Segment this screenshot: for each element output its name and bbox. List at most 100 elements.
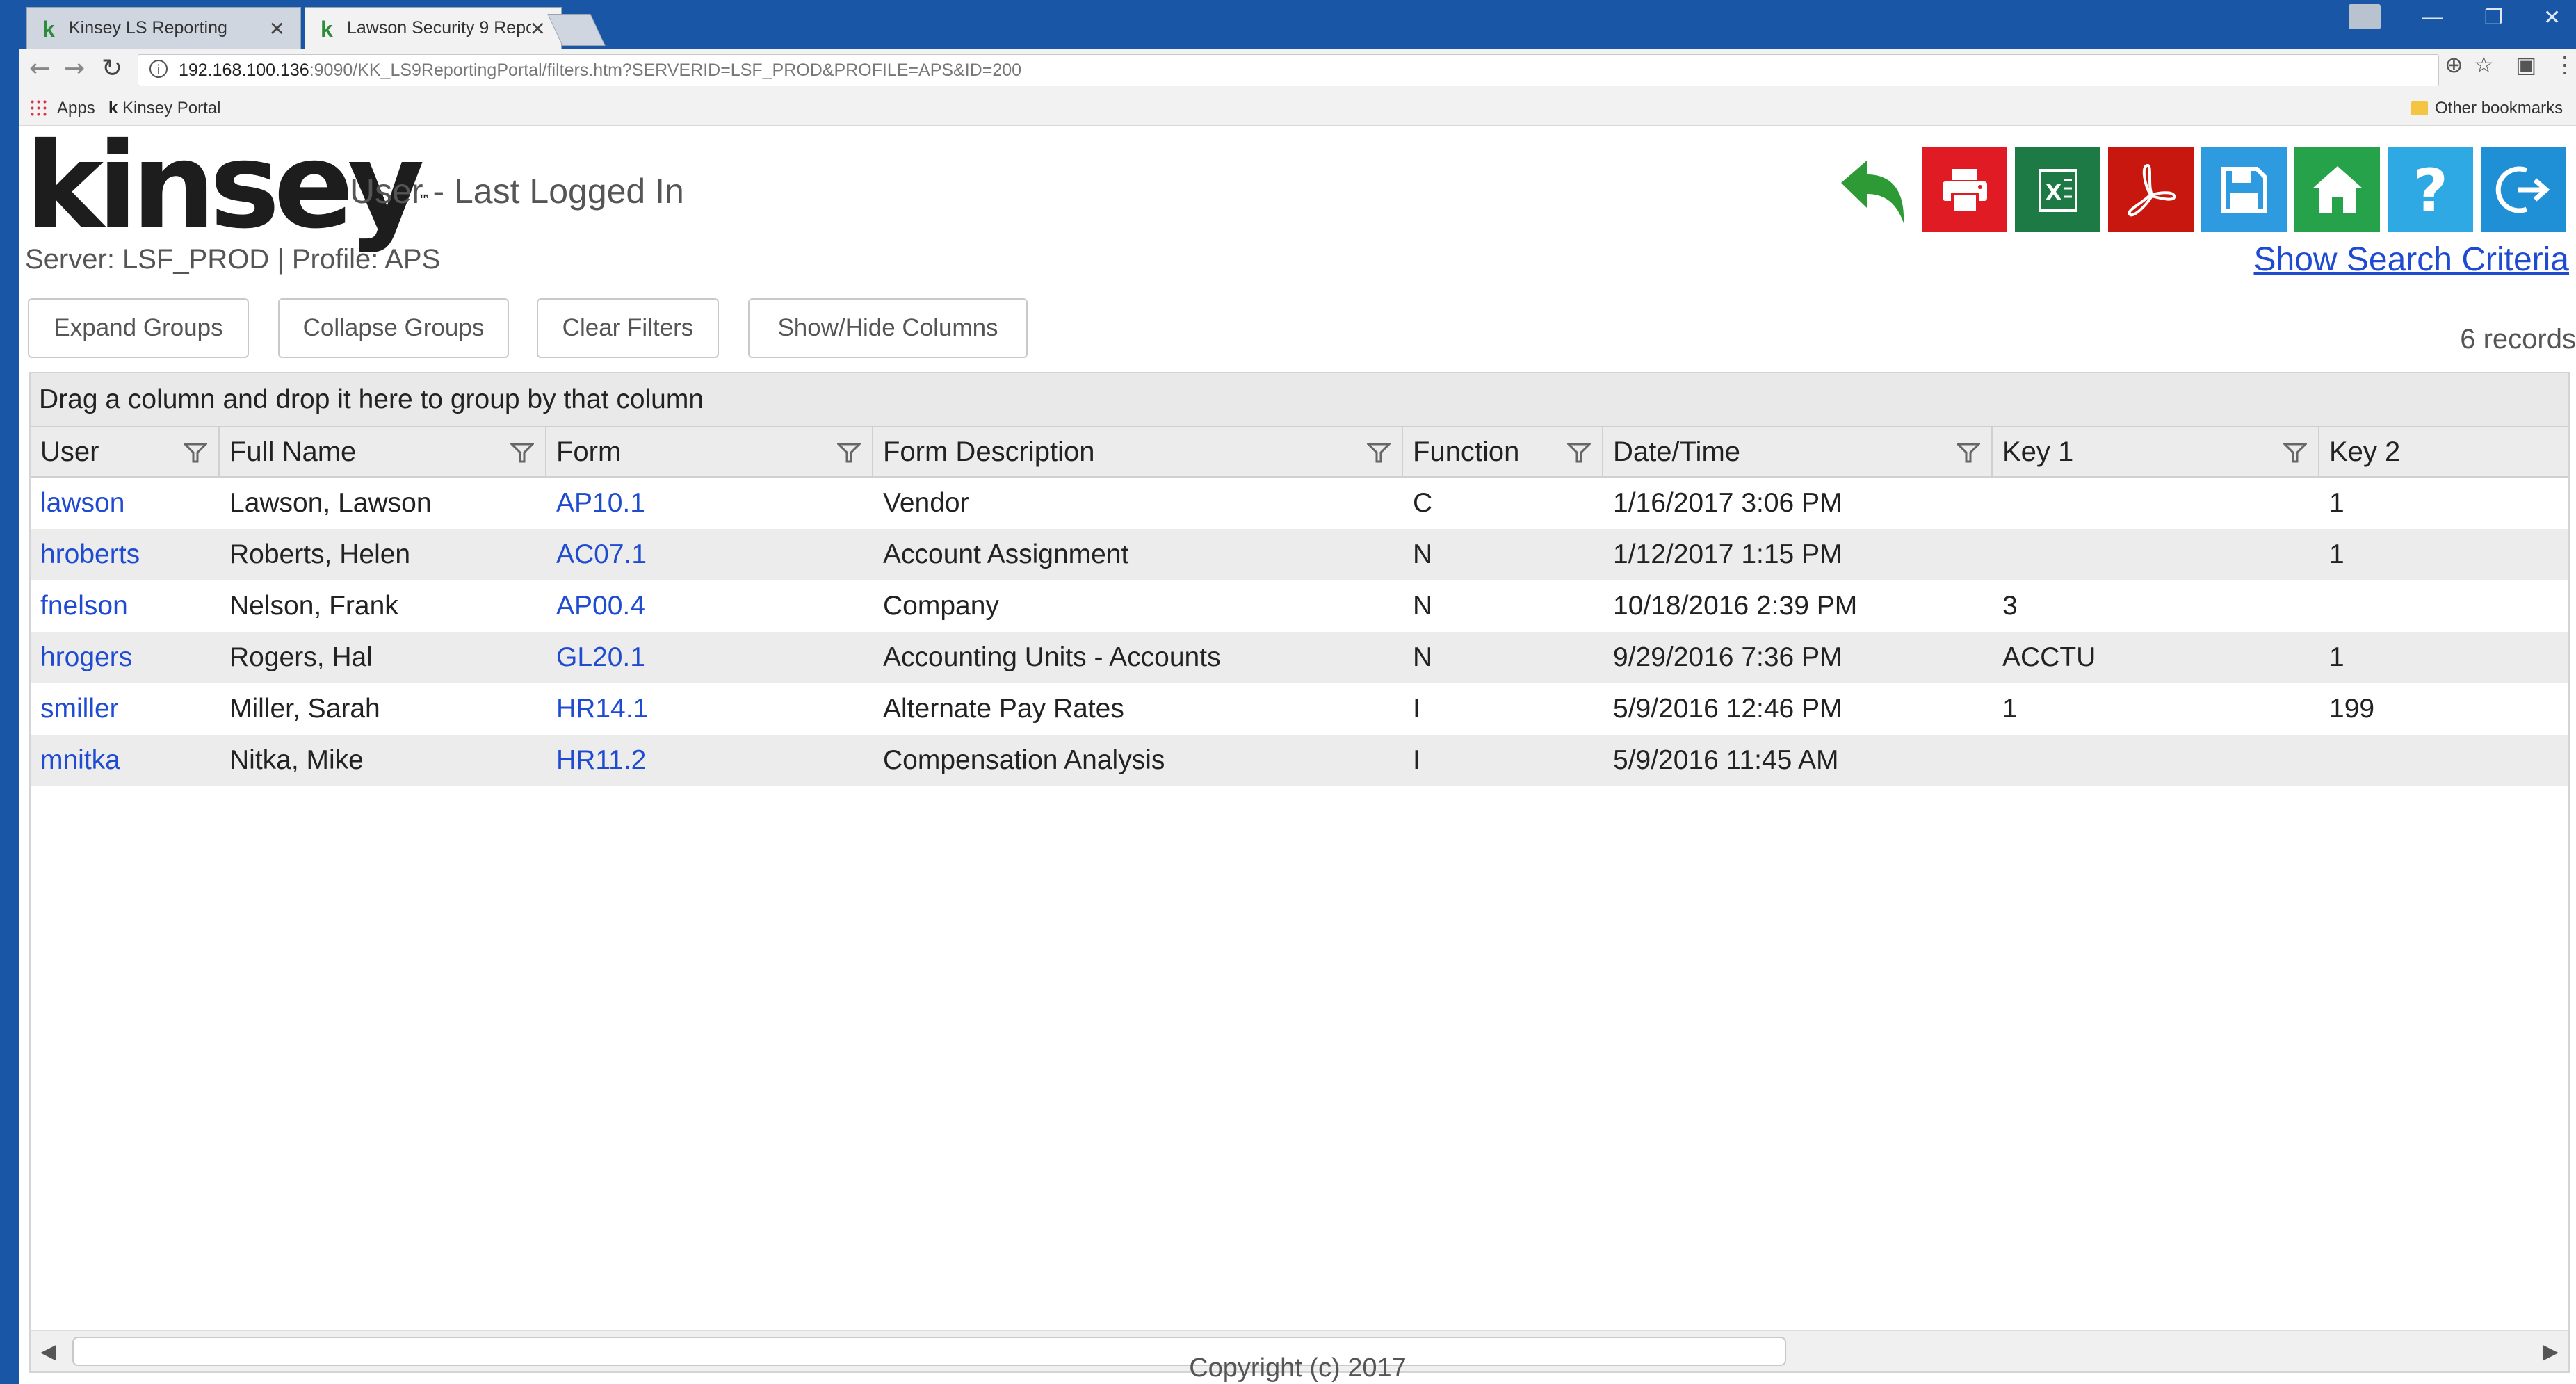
filter-icon[interactable] bbox=[1367, 442, 1391, 463]
info-icon[interactable]: i bbox=[149, 60, 168, 78]
tab-lawson-security-report[interactable]: k Lawson Security 9 Report ✕ bbox=[305, 7, 562, 49]
cell-full-name: Roberts, Helen bbox=[229, 539, 411, 569]
expand-groups-button[interactable]: Expand Groups bbox=[28, 298, 249, 358]
cell-date-time: 5/9/2016 12:46 PM bbox=[1613, 694, 1842, 724]
cell-user[interactable]: smiller bbox=[31, 683, 220, 735]
cell-key-2 bbox=[2319, 580, 2568, 632]
back-icon[interactable]: ← bbox=[29, 54, 50, 83]
minimize-icon[interactable]: — bbox=[2422, 6, 2443, 29]
address-bar[interactable]: i 192.168.100.136:9090/KK_LS9ReportingPo… bbox=[138, 54, 2439, 86]
profile-icon[interactable] bbox=[2349, 4, 2381, 29]
save-icon[interactable] bbox=[2201, 147, 2287, 232]
cell-date-time: 1/16/2017 3:06 PM bbox=[1613, 488, 1842, 518]
cell-user[interactable]: hrogers bbox=[31, 632, 220, 683]
url-text: 192.168.100.136:9090/KK_LS9ReportingPort… bbox=[179, 60, 1022, 80]
close-window-icon[interactable]: ✕ bbox=[2543, 6, 2561, 30]
filter-icon[interactable] bbox=[837, 442, 861, 463]
address-toolbar: ← → ↻ i 192.168.100.136:9090/KK_LS9Repor… bbox=[19, 49, 2576, 92]
svg-text:X: X bbox=[2046, 181, 2061, 205]
table-row[interactable]: hroberts Roberts, Helen AC07.1 Account Assi… bbox=[31, 529, 2568, 580]
excel-icon[interactable]: X bbox=[2015, 147, 2100, 232]
collapse-groups-button[interactable]: Collapse Groups bbox=[278, 298, 509, 358]
table-row[interactable]: smiller Miller, Sarah HR14.1 Alternate Pay … bbox=[31, 683, 2568, 735]
cell-form[interactable]: GL20.1 bbox=[546, 632, 873, 683]
cell-function: N bbox=[1413, 642, 1433, 672]
reload-icon[interactable]: ↻ bbox=[102, 54, 122, 83]
column-header-form[interactable]: Form bbox=[546, 427, 873, 477]
cell-function: N bbox=[1413, 539, 1433, 569]
svg-text:?: ? bbox=[2413, 158, 2448, 221]
tab-strip: k Kinsey LS Reporting ✕ k Lawson Securit… bbox=[19, 0, 2576, 49]
logout-icon[interactable] bbox=[2481, 147, 2566, 232]
cell-form[interactable]: AP00.4 bbox=[546, 580, 873, 632]
column-header-function[interactable]: Function bbox=[1403, 427, 1603, 477]
close-icon[interactable]: ✕ bbox=[530, 17, 546, 40]
column-header-form-description[interactable]: Form Description bbox=[873, 427, 1403, 477]
forward-icon[interactable]: → bbox=[64, 54, 85, 83]
close-icon[interactable]: ✕ bbox=[269, 17, 285, 40]
show-search-criteria-link[interactable]: Show Search Criteria bbox=[2253, 241, 2569, 279]
cell-form-description: Company bbox=[883, 591, 999, 621]
filter-icon[interactable] bbox=[2283, 442, 2307, 463]
column-header-key-2[interactable]: Key 2 bbox=[2319, 427, 2568, 477]
cell-function: N bbox=[1413, 591, 1433, 621]
table-row[interactable]: lawson Lawson, Lawson AP10.1 Vendor C 1/16/20… bbox=[31, 478, 2568, 529]
bookmark-other[interactable]: Other bookmarks bbox=[2411, 99, 2563, 118]
apps-icon[interactable] bbox=[29, 99, 49, 118]
show-hide-columns-button[interactable]: Show/Hide Columns bbox=[748, 298, 1028, 358]
filter-icon[interactable] bbox=[1567, 442, 1591, 463]
cell-user[interactable]: fnelson bbox=[31, 580, 220, 632]
cell-date-time: 5/9/2016 11:45 AM bbox=[1613, 745, 1839, 775]
tab-kinsey-ls-reporting[interactable]: k Kinsey LS Reporting ✕ bbox=[26, 7, 301, 49]
restore-icon[interactable]: ❐ bbox=[2484, 6, 2503, 30]
browser-window: k Kinsey LS Reporting ✕ k Lawson Securit… bbox=[19, 0, 2576, 1384]
column-header-full-name[interactable]: Full Name bbox=[220, 427, 546, 477]
cell-form[interactable]: HR14.1 bbox=[546, 683, 873, 735]
back-arrow-icon[interactable] bbox=[1827, 147, 1913, 232]
column-header-label: Function bbox=[1413, 437, 1520, 467]
clear-filters-button[interactable]: Clear Filters bbox=[537, 298, 719, 358]
cell-form[interactable]: AP10.1 bbox=[546, 478, 873, 529]
cell-key-1: ACCTU bbox=[2002, 642, 2096, 672]
filter-icon[interactable] bbox=[1957, 442, 1980, 463]
pdf-icon[interactable] bbox=[2108, 147, 2194, 232]
cell-user[interactable]: lawson bbox=[31, 478, 220, 529]
folder-icon bbox=[2411, 101, 2428, 115]
table-row[interactable]: fnelson Nelson, Frank AP00.4 Company N 10/18/… bbox=[31, 580, 2568, 632]
menu-icon[interactable]: ⋮ bbox=[2554, 51, 2576, 78]
cell-form[interactable]: HR11.2 bbox=[546, 735, 873, 786]
bookmark-star-icon[interactable]: ☆ bbox=[2474, 51, 2494, 78]
cell-form[interactable]: AC07.1 bbox=[546, 529, 873, 580]
column-header-label: User bbox=[40, 437, 99, 467]
kinsey-favicon-icon: k bbox=[321, 17, 333, 42]
table-row[interactable]: hrogers Rogers, Hal GL20.1 Accounting Units… bbox=[31, 632, 2568, 683]
table-row[interactable]: mnitka Nitka, Mike HR11.2 Compensation Anal… bbox=[31, 735, 2568, 786]
zoom-icon[interactable]: ⊕ bbox=[2445, 51, 2463, 78]
cell-form-description: Compensation Analysis bbox=[883, 745, 1165, 775]
column-header-user[interactable]: User bbox=[31, 427, 220, 477]
cell-user[interactable]: hroberts bbox=[31, 529, 220, 580]
cell-full-name: Rogers, Hal bbox=[229, 642, 373, 672]
cell-key-2: 199 bbox=[2329, 694, 2375, 724]
help-icon[interactable]: ? bbox=[2388, 147, 2473, 232]
server-profile-info: Server: LSF_PROD | Profile: APS bbox=[25, 244, 441, 275]
column-header-label: Form Description bbox=[883, 437, 1095, 467]
group-drop-panel[interactable]: Drag a column and drop it here to group … bbox=[31, 373, 2568, 426]
home-icon[interactable] bbox=[2294, 147, 2380, 232]
filter-icon[interactable] bbox=[510, 442, 534, 463]
filter-icon[interactable] bbox=[184, 442, 207, 463]
extension-icon[interactable]: ▣ bbox=[2516, 51, 2536, 78]
page-title: User - Last Logged In bbox=[350, 172, 684, 211]
cell-function: C bbox=[1413, 488, 1433, 518]
cell-user[interactable]: mnitka bbox=[31, 735, 220, 786]
cell-key-2: 1 bbox=[2329, 539, 2344, 569]
print-icon[interactable] bbox=[1922, 147, 2007, 232]
bookmark-kinsey-portal[interactable]: k Kinsey Portal bbox=[108, 99, 220, 118]
cell-key-1: 1 bbox=[2002, 694, 2018, 724]
tab-label: Lawson Security 9 Report bbox=[347, 18, 531, 38]
bookmark-apps[interactable]: Apps bbox=[57, 99, 95, 118]
column-header-date-time[interactable]: Date/Time bbox=[1603, 427, 1993, 477]
column-header-key-1[interactable]: Key 1 bbox=[1993, 427, 2319, 477]
cell-function: I bbox=[1413, 745, 1420, 775]
cell-key-2: 1 bbox=[2329, 642, 2344, 672]
